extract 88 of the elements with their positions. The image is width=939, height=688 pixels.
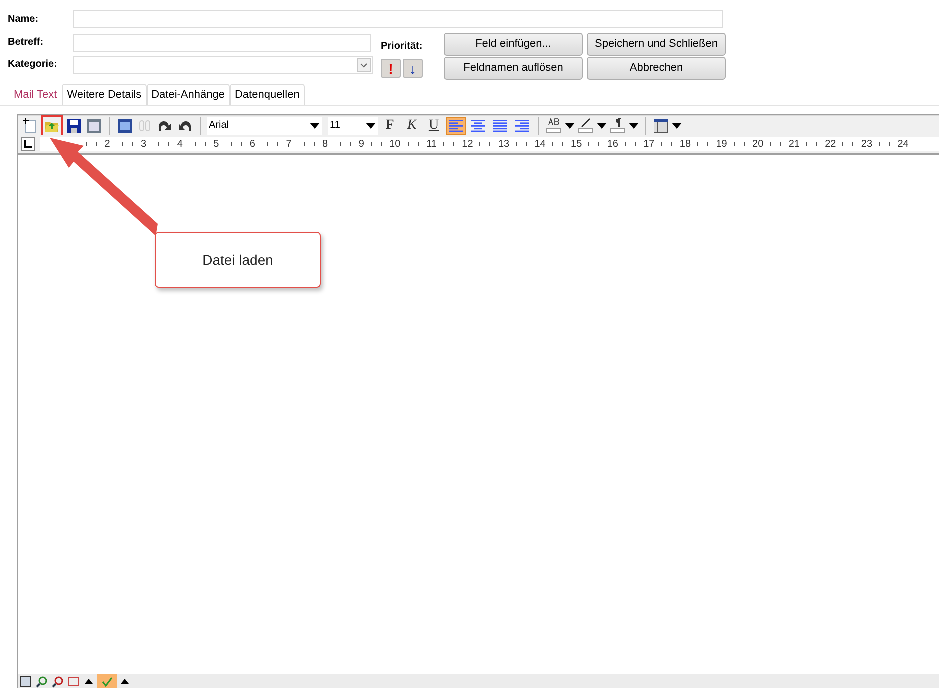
- tick-marks: [122, 141, 134, 147]
- ruler-number: 18: [680, 138, 692, 152]
- tick-marks: [878, 141, 891, 147]
- tick-marks: [158, 141, 170, 147]
- tick-marks: [443, 141, 456, 147]
- tick-marks: [194, 141, 207, 147]
- tick-marks: [588, 141, 600, 147]
- tick-marks: [842, 141, 854, 147]
- category-label: Kategorie:: [7, 58, 58, 72]
- tick-marks: [479, 141, 492, 147]
- table-icon[interactable]: [652, 116, 670, 134]
- subject-field[interactable]: [73, 34, 371, 52]
- italic-button[interactable]: K: [402, 115, 422, 136]
- tab[interactable]: Datei-Anhänge: [146, 84, 230, 105]
- low-priority-button[interactable]: ↓: [403, 59, 423, 78]
- highlighter-icon[interactable]: [577, 116, 595, 134]
- ruler-number: 12: [462, 138, 474, 152]
- action-button[interactable]: Speichern und Schließen: [587, 33, 726, 56]
- ruler-number: 4: [177, 138, 183, 152]
- ruler-number: 7: [286, 138, 292, 152]
- high-priority-button[interactable]: !: [381, 59, 401, 78]
- tick-marks: [806, 141, 818, 147]
- tick-marks: [304, 141, 316, 147]
- caret-icon[interactable]: [629, 122, 639, 128]
- tick-marks: [408, 141, 420, 147]
- tick-marks: [697, 141, 710, 147]
- text-color-icon[interactable]: [545, 116, 563, 134]
- ruler-number: 22: [825, 138, 836, 152]
- caret-up-icon[interactable]: [121, 679, 129, 684]
- ruler-number: 24: [898, 138, 909, 152]
- ruler-number: 3: [141, 138, 147, 152]
- font-dropdown[interactable]: Arial: [207, 116, 322, 134]
- name-field[interactable]: [73, 10, 723, 28]
- ruler-number: 10: [390, 138, 401, 152]
- tab[interactable]: Weitere Details: [62, 84, 147, 105]
- font-size-dropdown[interactable]: 11: [328, 116, 378, 134]
- ruler-number: 9: [358, 138, 364, 152]
- tick-marks: [340, 141, 352, 147]
- tick-marks: [734, 141, 746, 147]
- tick-marks: [660, 141, 673, 147]
- ruler-number: 6: [250, 138, 256, 152]
- window-icon[interactable]: [85, 116, 103, 134]
- ruler-number: 11: [426, 138, 437, 152]
- align-left-icon[interactable]: [446, 116, 466, 134]
- ruler-number: 8: [322, 138, 328, 152]
- tick-marks: [86, 141, 98, 147]
- tab-stop-icon[interactable]: [24, 140, 32, 148]
- ruler-number: 15: [571, 138, 582, 152]
- caret-icon[interactable]: [597, 122, 607, 128]
- ruler-number: 17: [644, 138, 655, 152]
- callout-box: Datei laden: [155, 232, 321, 288]
- action-button[interactable]: Feld einfügen...: [444, 33, 583, 56]
- tick-marks: [552, 141, 564, 147]
- ruler-number: 16: [607, 138, 618, 152]
- priority-label: Priorität:: [381, 40, 423, 54]
- chevron-down-icon: [357, 58, 371, 72]
- tick-marks: [770, 141, 782, 147]
- paragraph-color-icon[interactable]: [609, 116, 627, 134]
- name-label: Name:: [7, 12, 40, 26]
- ruler-number: 2: [104, 138, 110, 152]
- tab[interactable]: Datenquellen: [230, 84, 305, 105]
- underline-button[interactable]: U: [424, 115, 444, 136]
- ruler-number: 13: [498, 138, 510, 152]
- ruler-number: 20: [752, 138, 764, 152]
- ruler-number: 19: [716, 138, 728, 152]
- subject-label: Betreff:: [7, 36, 45, 50]
- tick-marks: [624, 141, 637, 147]
- action-button[interactable]: Abbrechen: [587, 57, 726, 80]
- zoom-out-icon[interactable]: [50, 674, 65, 688]
- page-icon[interactable]: [18, 674, 33, 688]
- ruler-number: 21: [788, 138, 800, 152]
- caret-icon[interactable]: [366, 122, 376, 128]
- caret-icon[interactable]: [565, 122, 575, 128]
- tick-marks: [267, 141, 280, 147]
- ruler-number: 14: [534, 138, 546, 152]
- ruler-number: 5: [214, 138, 220, 152]
- bold-button[interactable]: F: [380, 115, 400, 136]
- tick-marks: [370, 141, 383, 147]
- caret-up-icon[interactable]: [85, 679, 93, 684]
- tick-marks: [230, 141, 243, 147]
- new-document-icon[interactable]: [21, 116, 39, 134]
- ruler-number: 23: [861, 138, 873, 152]
- caret-icon[interactable]: [672, 122, 682, 128]
- caret-icon[interactable]: [310, 122, 320, 128]
- action-button[interactable]: Feldnamen auflösen: [444, 57, 583, 80]
- tick-marks: [516, 141, 528, 147]
- zoom-in-icon[interactable]: [34, 674, 49, 688]
- save-icon[interactable]: [65, 116, 83, 134]
